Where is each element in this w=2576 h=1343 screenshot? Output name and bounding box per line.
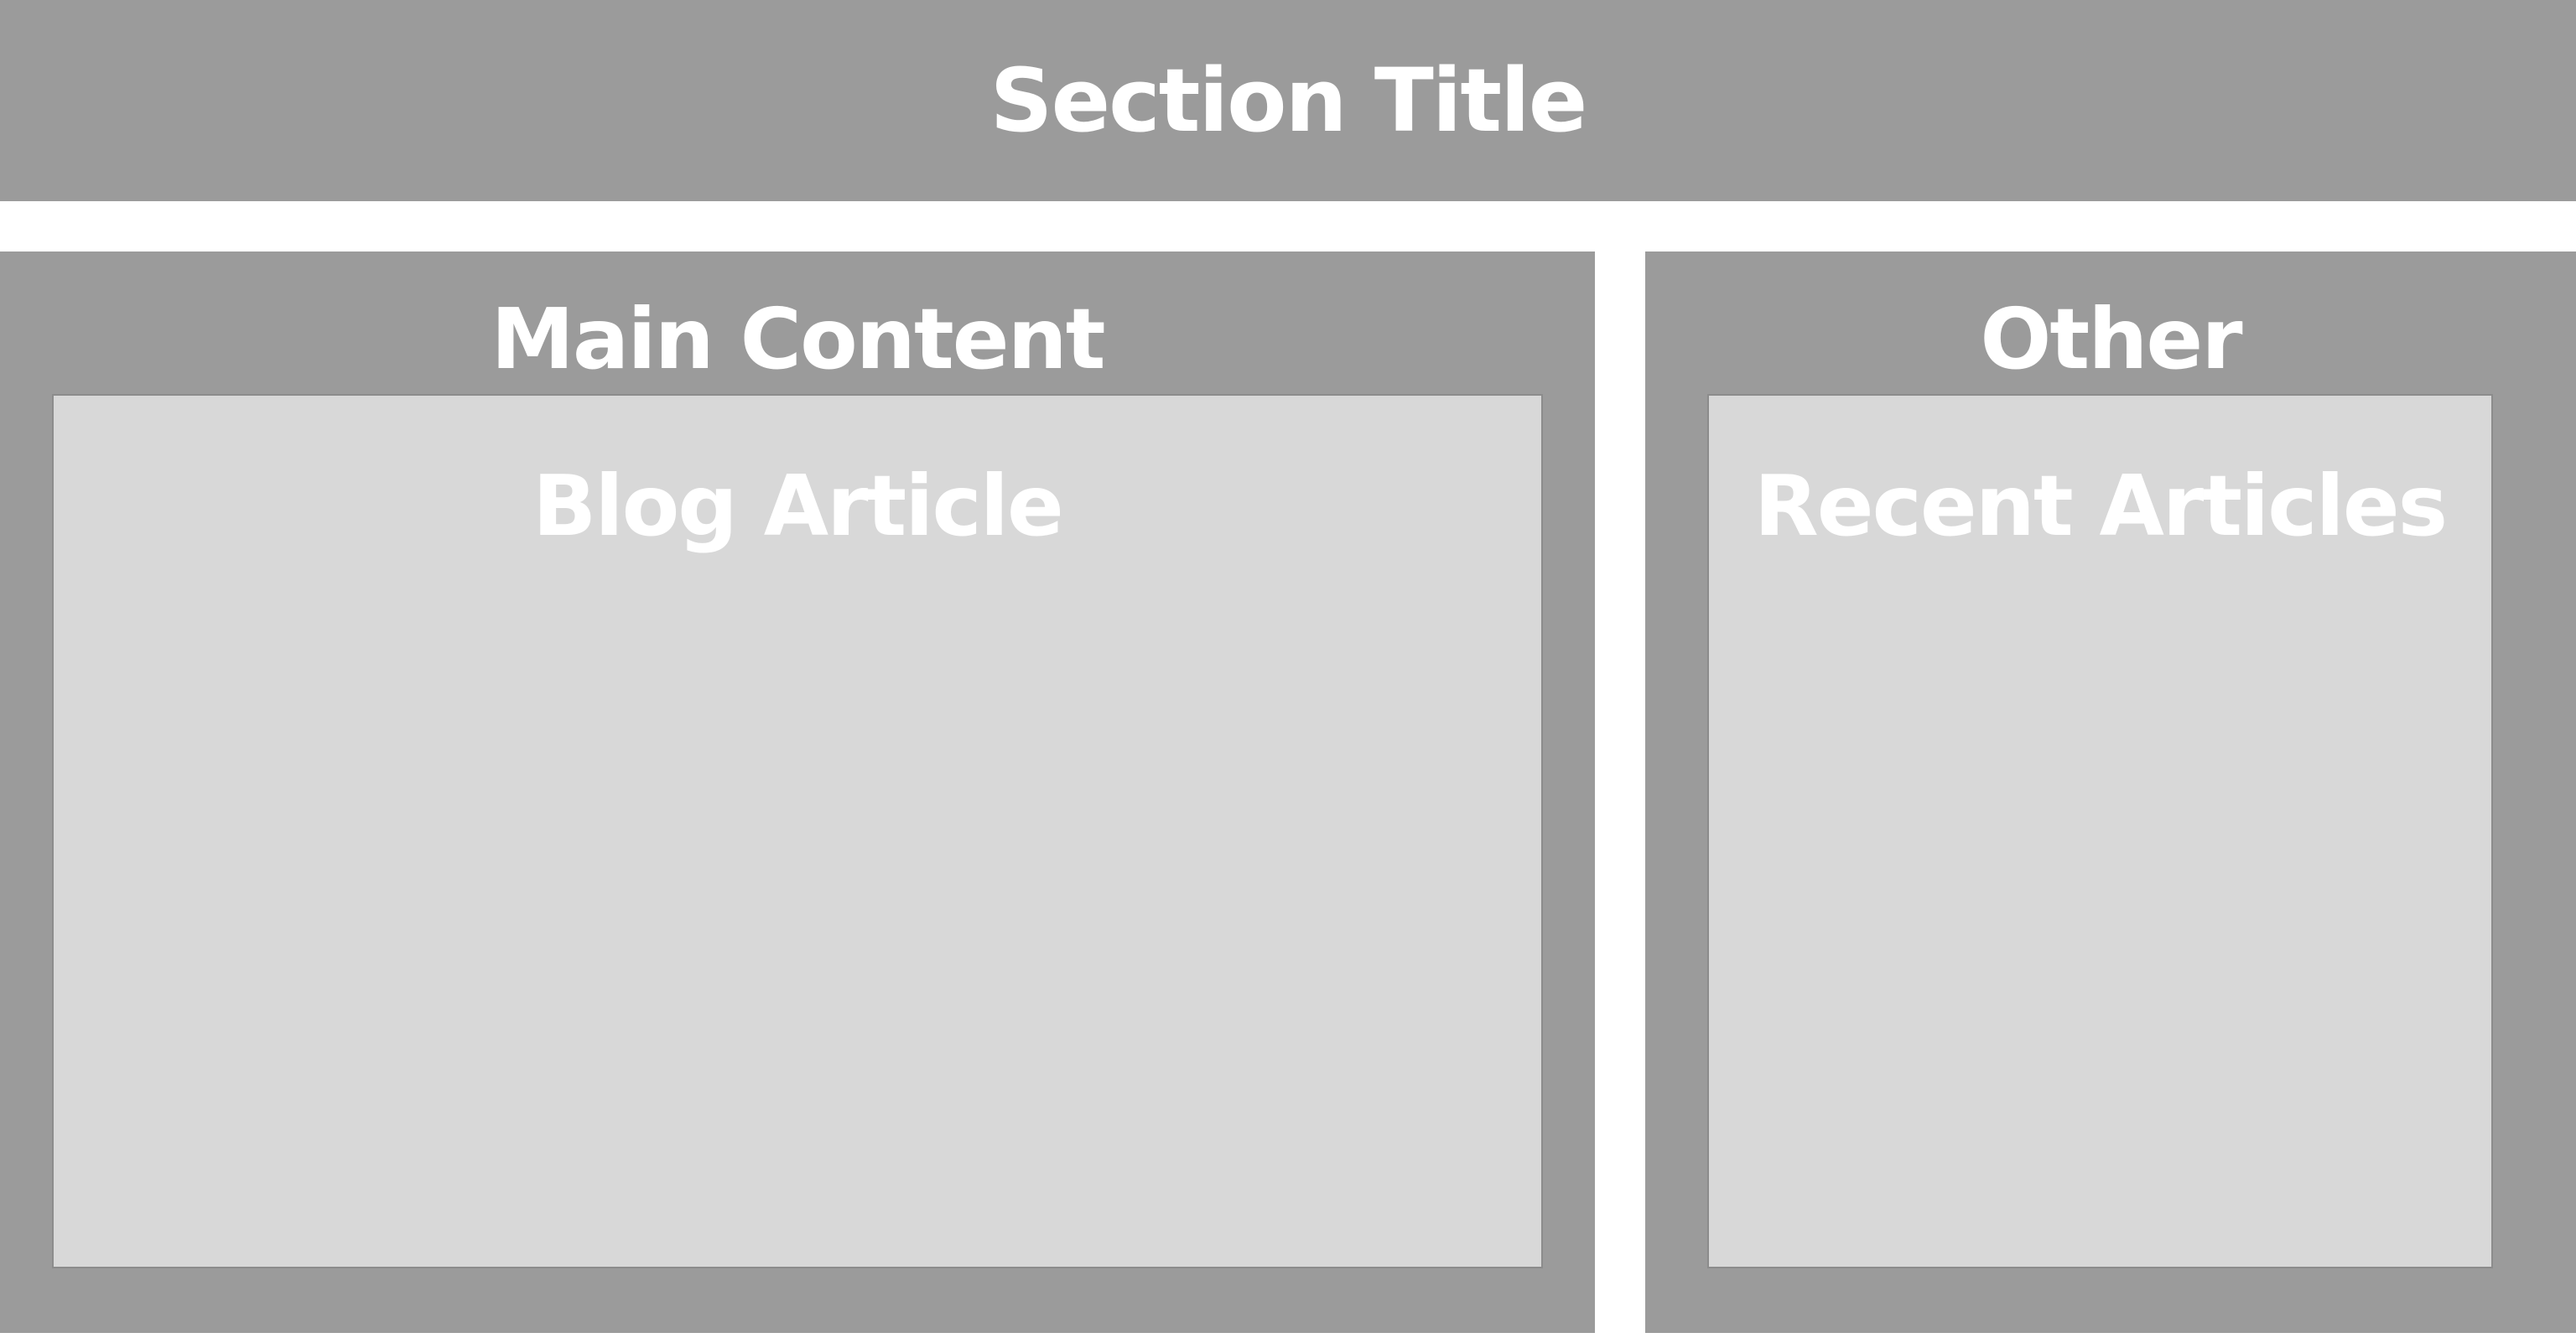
blog-article-title: Blog Article xyxy=(532,457,1064,555)
section-title-block: Section Title xyxy=(0,0,2576,201)
recent-articles-title: Recent Articles xyxy=(1753,457,2448,555)
other-block: Other Recent Articles xyxy=(1645,251,2576,1333)
main-content-title: Main Content xyxy=(491,290,1105,388)
recent-articles-block: Recent Articles xyxy=(1707,394,2493,1268)
other-title: Other xyxy=(1980,290,2242,388)
blog-article-block: Blog Article xyxy=(52,394,1543,1268)
section-title: Section Title xyxy=(989,49,1588,152)
main-content-block: Main Content Blog Article xyxy=(0,251,1595,1333)
